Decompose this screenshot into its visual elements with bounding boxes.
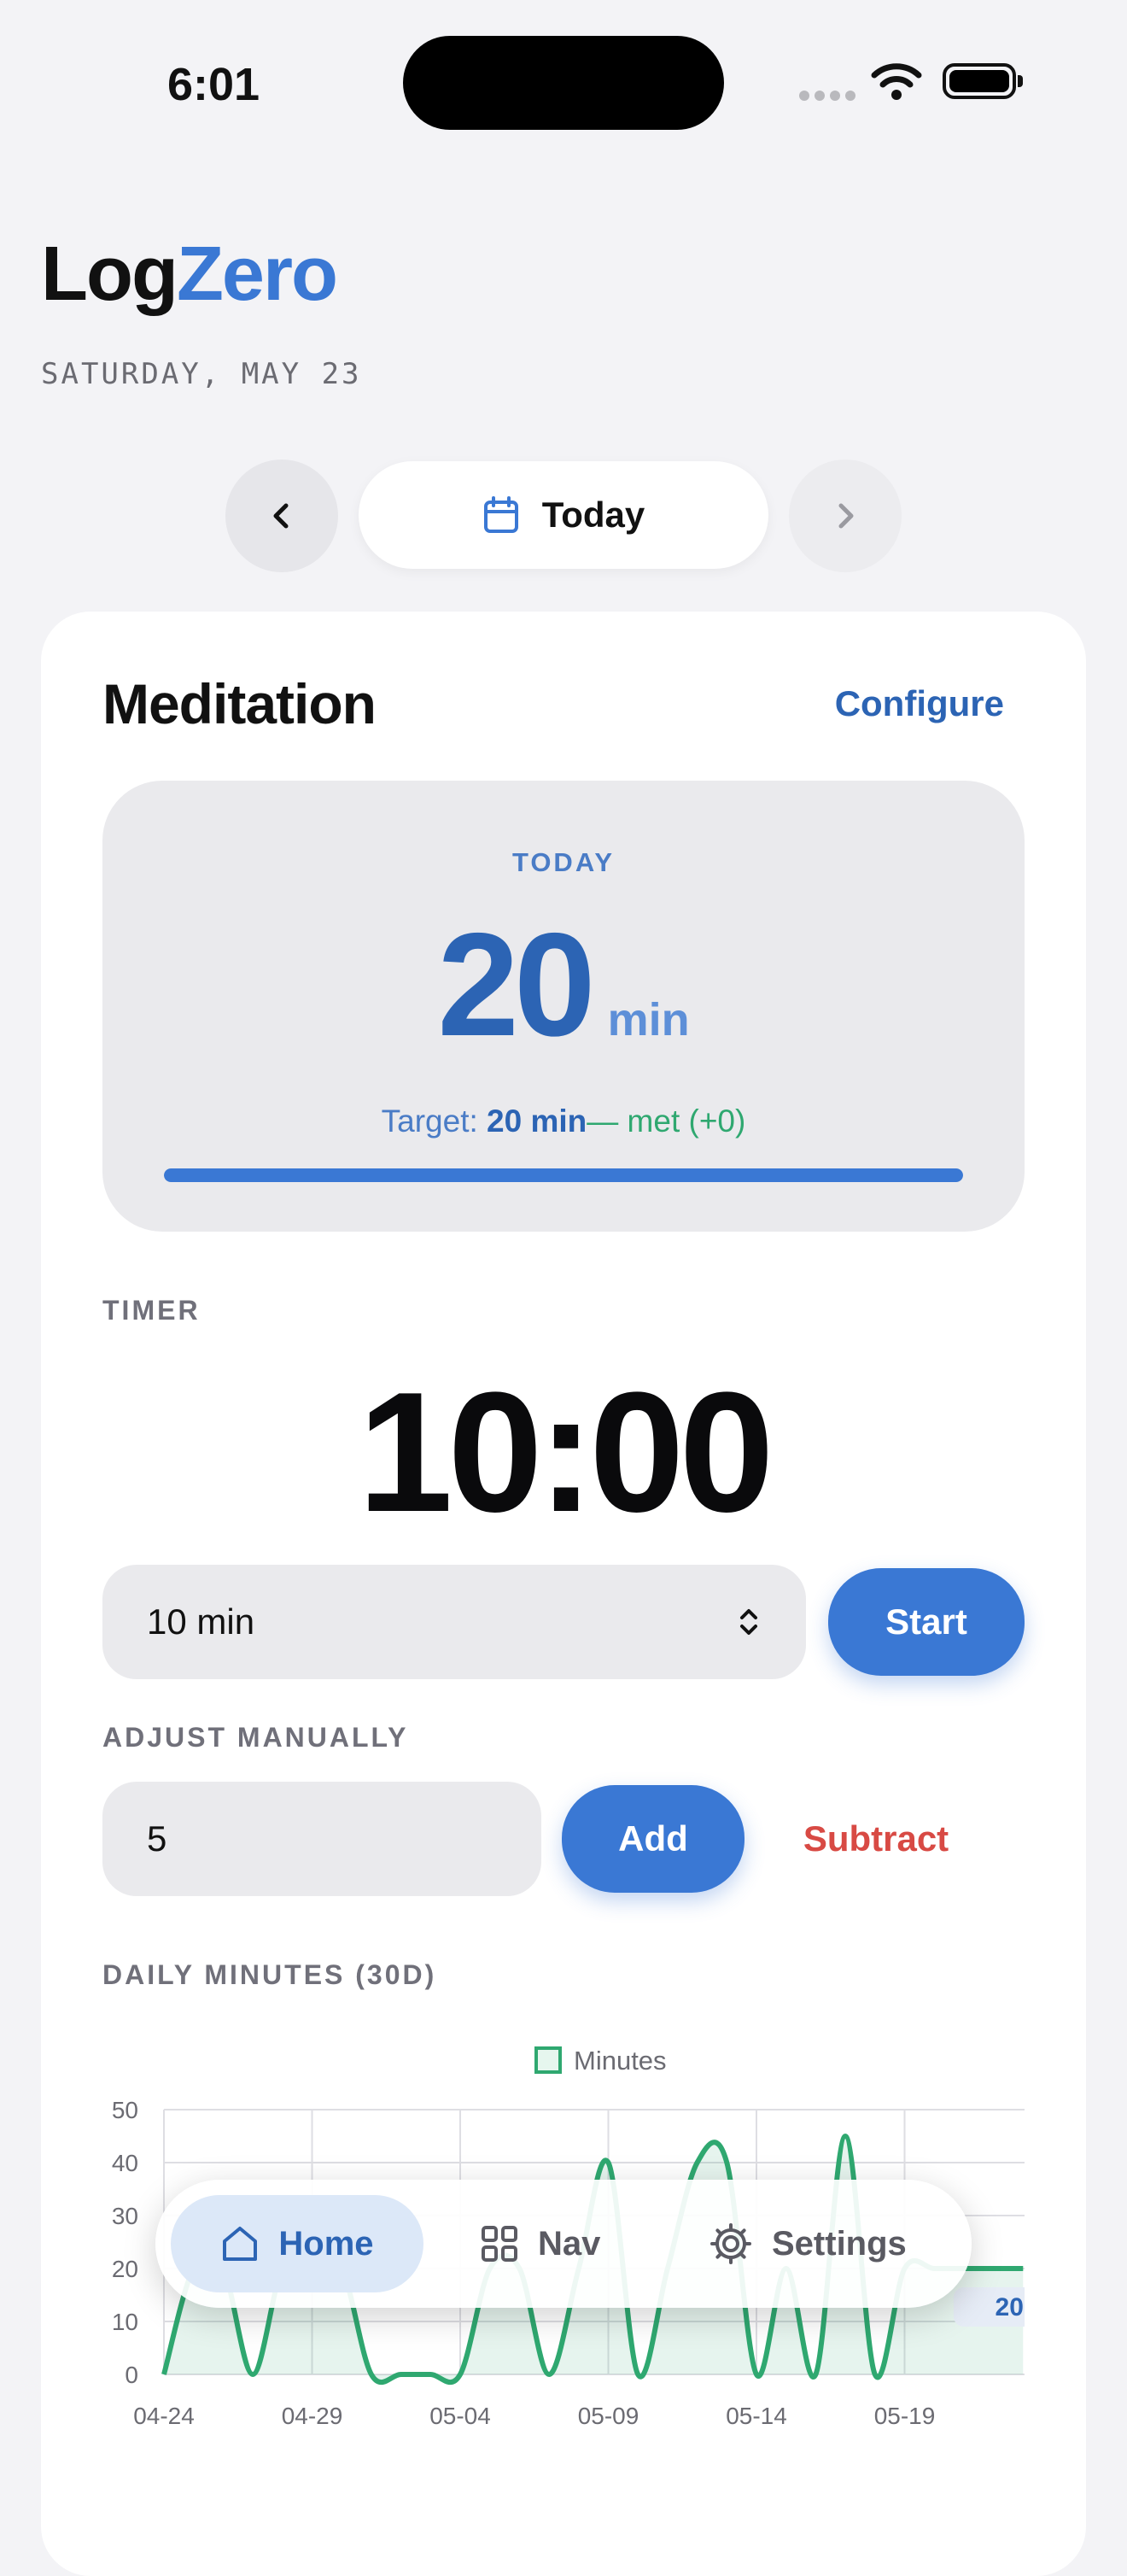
configure-button[interactable]: Configure [835,683,1004,724]
x-tick-label: 05-04 [429,2403,491,2429]
y-tick-label: 30 [112,2203,138,2229]
adjust-minutes-input[interactable]: 5 [102,1782,541,1896]
x-tick-label: 05-09 [578,2403,639,2429]
x-tick-label: 05-14 [726,2403,787,2429]
battery-icon [943,63,1023,99]
x-tick-label: 05-19 [874,2403,936,2429]
target-progress-bar [164,1168,963,1182]
target-value: 20 min [487,1104,587,1139]
legend-swatch [534,2046,562,2074]
bottom-nav: Home Nav Settings [155,2180,972,2308]
dynamic-island [403,36,724,130]
tab-home[interactable]: Home [171,2195,423,2292]
today-summary-label: TODAY [511,847,616,877]
tab-home-label: Home [278,2224,374,2263]
y-tick-label: 0 [125,2362,138,2388]
target-met: — met (+0) [587,1104,746,1139]
tab-nav[interactable]: Nav [480,2195,600,2292]
y-tick-label: 40 [112,2150,138,2176]
adjust-section-label: ADJUST MANUALLY [102,1722,409,1753]
y-tick-label: 50 [112,2097,138,2123]
next-day-button[interactable] [789,460,902,572]
tooltip-value: 20 [996,2293,1024,2321]
app-title-part1: Log [41,231,178,317]
grid-icon [482,2226,517,2262]
cellular-signal-icon [799,91,857,101]
x-tick-label: 04-29 [282,2403,343,2429]
tab-settings-label: Settings [772,2224,907,2263]
target-progress-fill [164,1168,963,1182]
timer-section-label: TIMER [102,1295,201,1326]
duration-select[interactable]: 10 min [102,1565,806,1679]
card-title: Meditation [102,672,377,735]
today-label: Today [541,495,645,535]
target-prefix: Target: [381,1104,488,1139]
timer-display: 10:00 [358,1357,774,1548]
y-tick-label: 20 [112,2256,138,2282]
current-date: SATURDAY, MAY 23 [41,357,362,391]
today-minutes: 20 [437,903,595,1067]
y-tick-label: 10 [112,2309,138,2335]
today-unit: min [607,994,690,1045]
tab-nav-label: Nav [538,2224,601,2263]
today-summary: TODAY 20 min Target: 20 min— met (+0) [102,781,1025,1232]
chevron-right-icon [838,503,854,529]
duration-value: 10 min [147,1601,255,1642]
start-timer-button[interactable]: Start [828,1568,1025,1676]
subtract-button[interactable]: Subtract [772,1785,980,1893]
wifi-icon [871,63,922,100]
chevron-updown-icon [740,1609,757,1635]
legend-label: Minutes [574,2046,667,2075]
tab-settings[interactable]: Settings [709,2195,907,2292]
today-value: 20 min [102,900,1025,1069]
status-time: 6:01 [167,59,260,110]
adjust-minutes-value: 5 [147,1818,167,1859]
target-status: Target: 20 min— met (+0) [102,1104,1025,1139]
gear-icon [710,2223,751,2264]
app-title-part2: Zero [176,231,338,317]
chart-section-label: DAILY MINUTES (30D) [102,1959,437,1990]
chevron-left-icon [273,503,289,529]
x-tick-label: 04-24 [133,2403,195,2429]
home-icon [223,2227,258,2261]
add-button[interactable]: Add [562,1785,745,1893]
app-title: LogZero [41,231,338,319]
previous-day-button[interactable] [225,460,338,572]
today-button[interactable]: Today [359,461,768,569]
calendar-icon [483,496,518,533]
